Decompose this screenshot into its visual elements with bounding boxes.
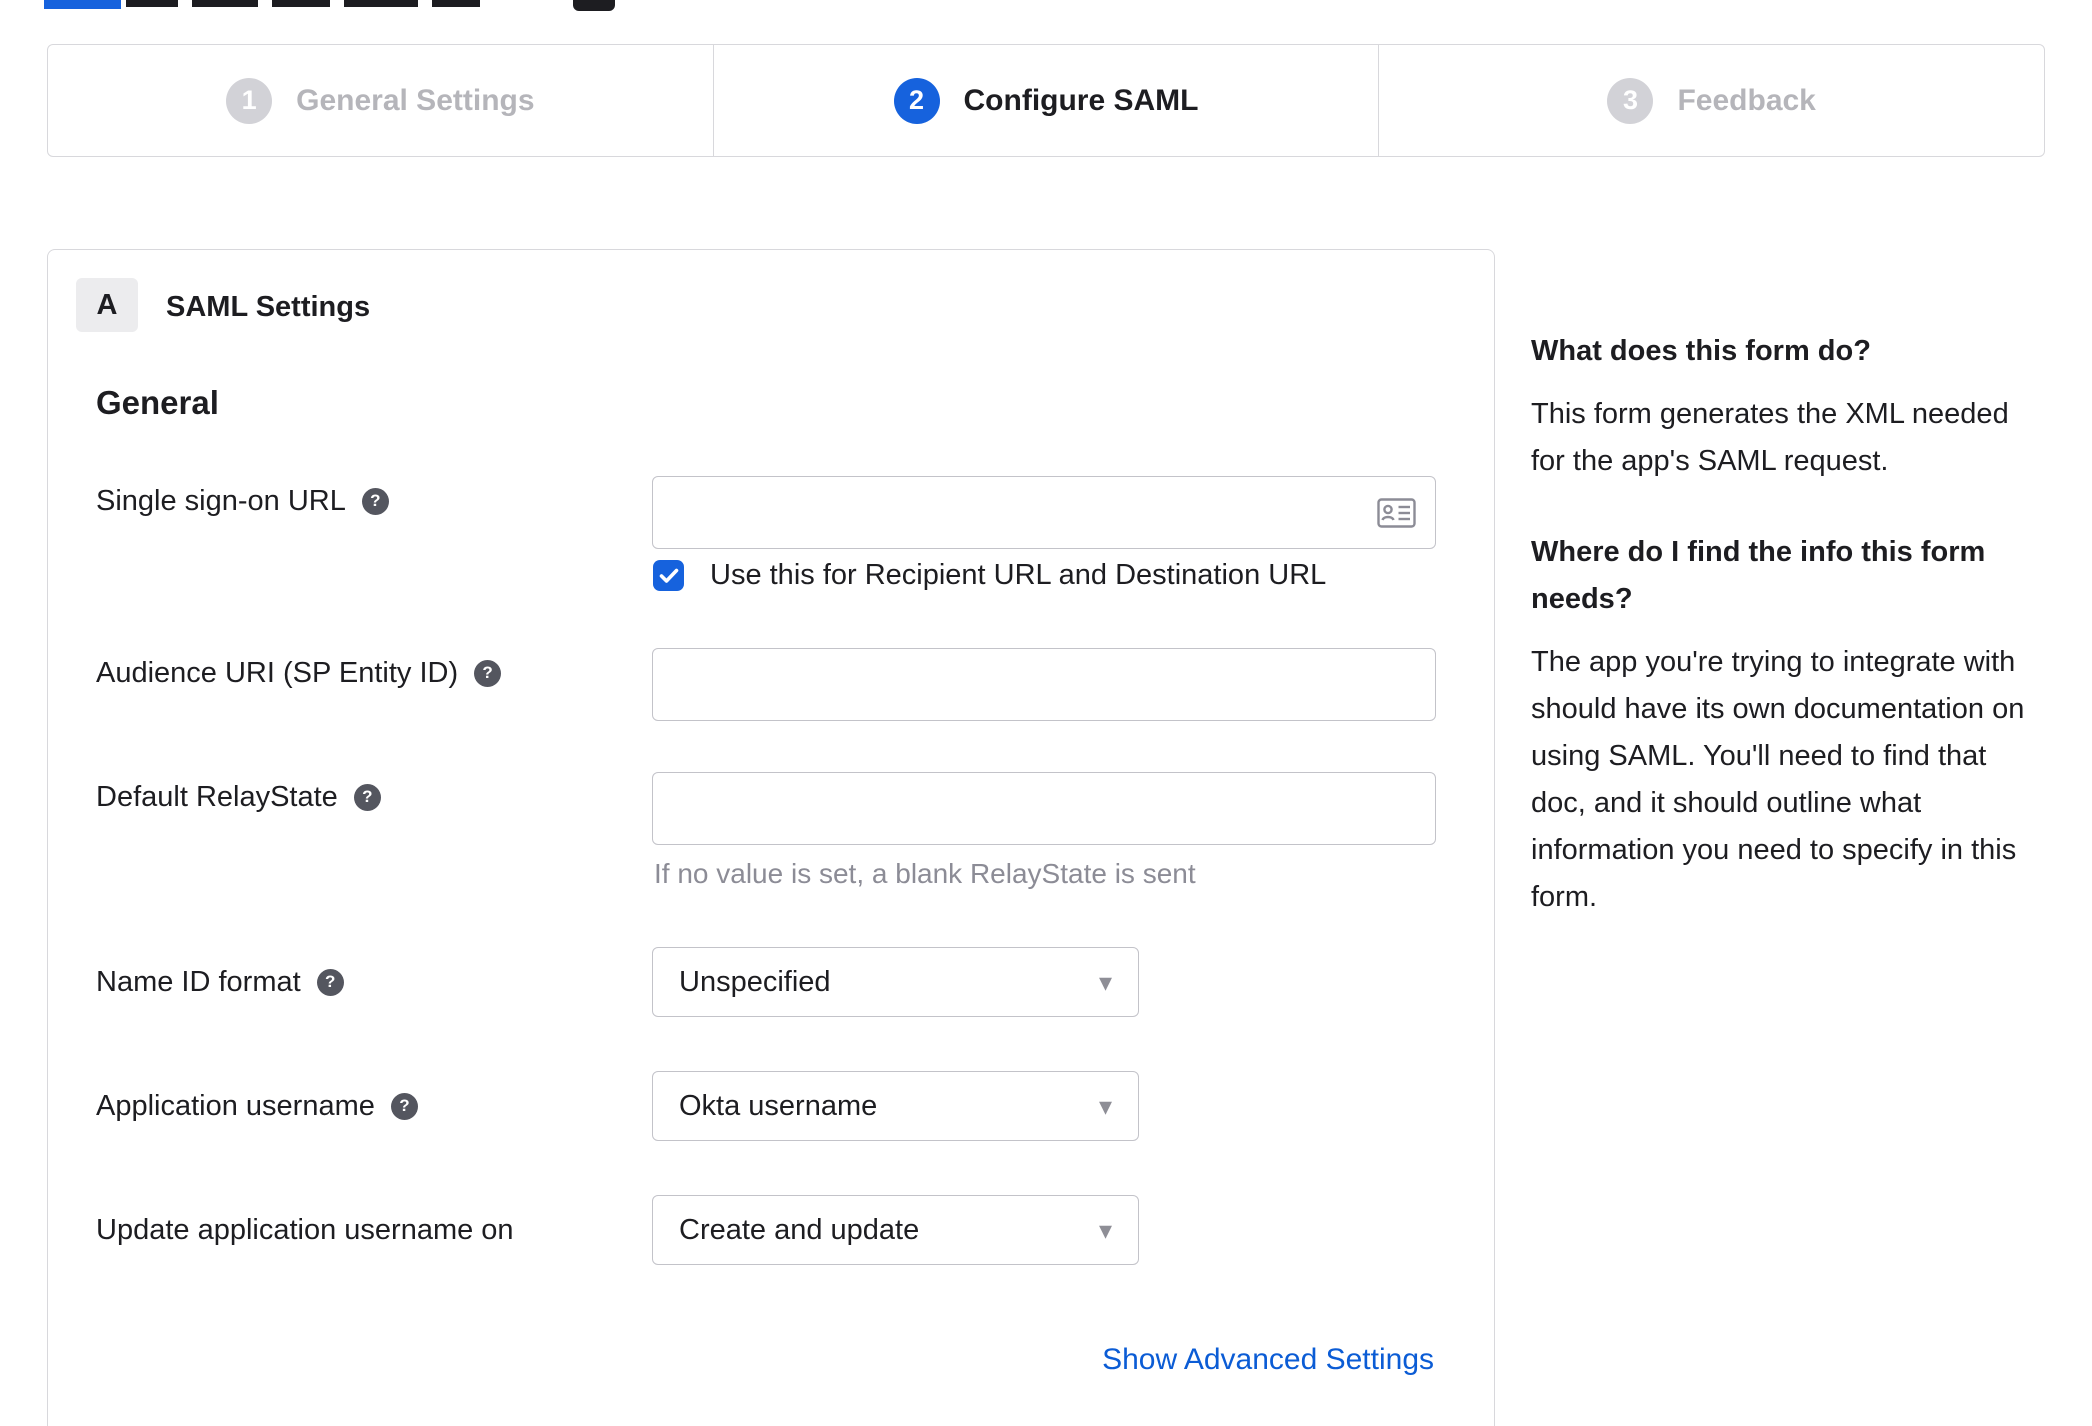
saml-settings-card: A SAML Settings General Single sign-on U… bbox=[47, 249, 1495, 1426]
field-label-text: Application username bbox=[96, 1089, 375, 1122]
show-advanced-settings-link[interactable]: Show Advanced Settings bbox=[1102, 1343, 1434, 1377]
chevron-down-icon: ▾ bbox=[1098, 966, 1112, 997]
relay-state-field bbox=[652, 772, 1436, 845]
select-value: Unspecified bbox=[679, 965, 831, 998]
cut-off-title-fragment bbox=[432, 0, 480, 7]
help-icon[interactable]: ? bbox=[390, 1092, 418, 1120]
cut-off-icon bbox=[573, 0, 615, 11]
step-configure-saml[interactable]: 2 Configure SAML bbox=[712, 45, 1379, 156]
help-answer-1: This form generates the XML needed for t… bbox=[1531, 397, 2009, 477]
cut-off-title-fragment bbox=[272, 0, 330, 7]
help-icon[interactable]: ? bbox=[353, 783, 381, 811]
field-label-text: Single sign-on URL bbox=[96, 484, 346, 517]
help-question-1: What does this form do? bbox=[1531, 335, 1871, 367]
select-value: Create and update bbox=[679, 1213, 920, 1246]
step-number-badge: 2 bbox=[893, 77, 940, 124]
relay-state-input[interactable] bbox=[652, 772, 1436, 845]
step-general-settings[interactable]: 1 General Settings bbox=[48, 45, 713, 156]
wizard-stepper: 1 General Settings 2 Configure SAML 3 Fe… bbox=[47, 44, 2045, 157]
help-icon[interactable]: ? bbox=[474, 659, 502, 687]
step-label: Configure SAML bbox=[963, 83, 1199, 117]
help-icon[interactable]: ? bbox=[316, 968, 344, 996]
field-label-text: Update application username on bbox=[96, 1213, 514, 1246]
select-value: Okta username bbox=[679, 1089, 878, 1122]
sso-url-field bbox=[652, 476, 1436, 549]
app-username-select[interactable]: Okta username ▾ bbox=[652, 1071, 1139, 1141]
cut-off-title-fragment bbox=[126, 0, 178, 7]
help-panel: What does this form do? This form genera… bbox=[1531, 328, 2037, 965]
help-question-2: Where do I find the info this form needs… bbox=[1531, 535, 1986, 615]
app-username-label: Application username ? bbox=[96, 1089, 418, 1123]
step-label: Feedback bbox=[1677, 83, 1816, 117]
help-answer-2: The app you're trying to integrate with … bbox=[1531, 645, 2025, 913]
recipient-url-checkbox-row: Use this for Recipient URL and Destinati… bbox=[653, 559, 1326, 592]
recipient-url-checkbox-label: Use this for Recipient URL and Destinati… bbox=[710, 559, 1327, 591]
sso-url-label: Single sign-on URL ? bbox=[96, 484, 389, 518]
recipient-url-checkbox[interactable] bbox=[653, 560, 684, 591]
step-number-badge: 3 bbox=[1607, 77, 1654, 124]
name-id-format-label: Name ID format ? bbox=[96, 965, 344, 999]
step-feedback[interactable]: 3 Feedback bbox=[1378, 45, 2044, 156]
audience-uri-field bbox=[652, 648, 1436, 721]
cut-off-title-fragment bbox=[192, 0, 258, 7]
relay-state-label: Default RelayState ? bbox=[96, 780, 381, 814]
field-label-text: Default RelayState bbox=[96, 780, 338, 813]
cut-off-link-fragment bbox=[44, 0, 121, 9]
name-id-format-select[interactable]: Unspecified ▾ bbox=[652, 947, 1139, 1017]
contact-card-icon[interactable] bbox=[1377, 497, 1416, 528]
field-label-text: Audience URI (SP Entity ID) bbox=[96, 656, 459, 689]
audience-uri-input[interactable] bbox=[652, 648, 1436, 721]
field-label-text: Name ID format bbox=[96, 965, 301, 998]
help-icon[interactable]: ? bbox=[361, 487, 389, 515]
chevron-down-icon: ▾ bbox=[1098, 1214, 1112, 1245]
chevron-down-icon: ▾ bbox=[1098, 1090, 1112, 1121]
step-label: General Settings bbox=[296, 83, 535, 117]
cut-off-header bbox=[0, 0, 2092, 12]
cut-off-title-fragment bbox=[344, 0, 418, 7]
section-a-badge: A bbox=[76, 278, 138, 332]
section-title: SAML Settings bbox=[166, 291, 371, 323]
audience-uri-label: Audience URI (SP Entity ID) ? bbox=[96, 656, 502, 690]
check-icon bbox=[659, 568, 678, 583]
step-number-badge: 1 bbox=[226, 77, 273, 124]
update-username-select[interactable]: Create and update ▾ bbox=[652, 1195, 1139, 1265]
group-heading-general: General bbox=[96, 384, 219, 421]
update-username-label: Update application username on bbox=[96, 1213, 514, 1247]
sso-url-input[interactable] bbox=[652, 476, 1436, 549]
relay-state-hint: If no value is set, a blank RelayState i… bbox=[654, 858, 1196, 889]
